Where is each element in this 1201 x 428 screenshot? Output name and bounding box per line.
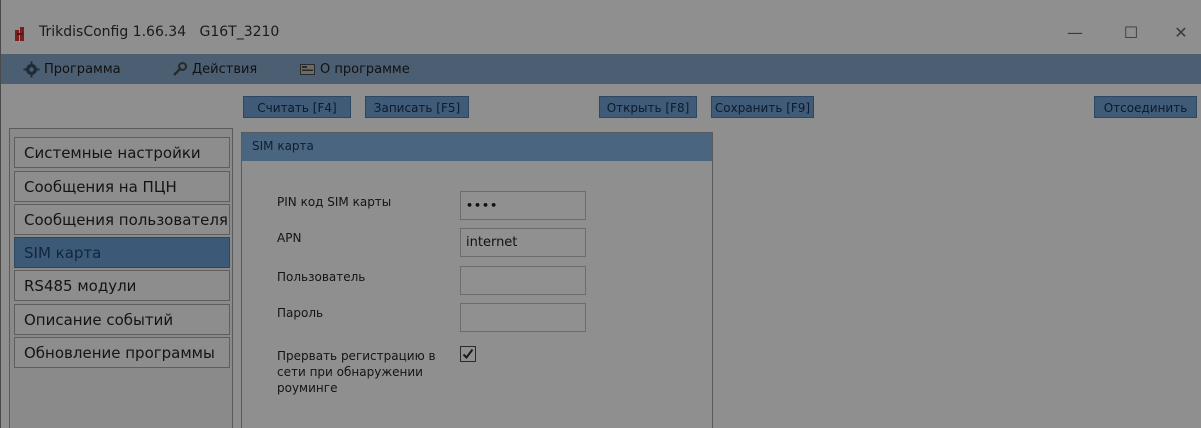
- panel-header: SIM карта: [242, 133, 712, 161]
- password-label: Пароль: [277, 306, 324, 320]
- menu-bar: Программа Действия О программе: [1, 54, 1201, 84]
- app-window: TrikdisConfig 1.66.34 G16T_3210 — ☐ ✕ Пр…: [0, 0, 1201, 428]
- apn-label: APN: [277, 231, 302, 245]
- close-button[interactable]: ✕: [1161, 19, 1201, 47]
- sidebar-item-system-settings[interactable]: Системные настройки: [14, 137, 230, 168]
- menu-actions-label: Действия: [192, 61, 258, 77]
- open-button[interactable]: Открыть [F8]: [599, 96, 697, 118]
- sidebar-item-sim-card[interactable]: SIM карта: [14, 237, 230, 268]
- info-icon: [300, 63, 315, 75]
- roaming-checkbox[interactable]: [460, 346, 476, 362]
- pin-label: PIN код SIM карты: [277, 195, 392, 209]
- sidebar-item-rs485-modules[interactable]: RS485 модули: [14, 270, 230, 301]
- sidebar-item-event-description[interactable]: Описание событий: [14, 304, 230, 335]
- user-label: Пользователь: [277, 270, 366, 284]
- menu-actions[interactable]: Действия: [171, 59, 257, 79]
- wrench-icon: [173, 61, 187, 76]
- menu-about-label: О программе: [320, 61, 410, 77]
- password-field[interactable]: [460, 303, 586, 332]
- write-button[interactable]: Записать [F5]: [365, 96, 469, 118]
- roaming-label-line-2: сети при обнаружении: [277, 365, 423, 379]
- roaming-label-line-3: роуминге: [277, 381, 338, 395]
- title-bar: TrikdisConfig 1.66.34 G16T_3210 — ☐ ✕: [1, 13, 1201, 54]
- disconnect-button[interactable]: Отсоединить: [1094, 96, 1197, 118]
- sidebar-item-firmware-update[interactable]: Обновление программы: [14, 337, 230, 368]
- pin-field[interactable]: ••••: [460, 191, 586, 220]
- checkmark-icon: [462, 348, 474, 360]
- minimize-button[interactable]: —: [1055, 19, 1095, 47]
- user-field[interactable]: [460, 266, 586, 295]
- app-logo-icon: [15, 27, 24, 41]
- gear-icon: [23, 61, 40, 77]
- roaming-label-line-1: Прервать регистрацию в: [277, 349, 436, 363]
- maximize-button[interactable]: ☐: [1111, 19, 1151, 47]
- save-button[interactable]: Сохранить [F9]: [711, 96, 814, 118]
- read-button[interactable]: Считать [F4]: [243, 96, 351, 118]
- window-title: TrikdisConfig 1.66.34 G16T_3210: [39, 24, 280, 40]
- menu-about[interactable]: О программе: [299, 59, 410, 79]
- menu-program-label: Программа: [44, 61, 121, 77]
- apn-field[interactable]: internet: [460, 228, 586, 257]
- sim-card-panel: SIM карта PIN код SIM карты •••• APN int…: [241, 132, 713, 428]
- sidebar-item-cms-messages[interactable]: Сообщения на ПЦН: [14, 171, 230, 202]
- menu-program[interactable]: Программа: [23, 59, 121, 79]
- sidebar: Системные настройки Сообщения на ПЦН Соо…: [9, 128, 233, 428]
- sidebar-item-user-messages[interactable]: Сообщения пользователя: [14, 204, 230, 235]
